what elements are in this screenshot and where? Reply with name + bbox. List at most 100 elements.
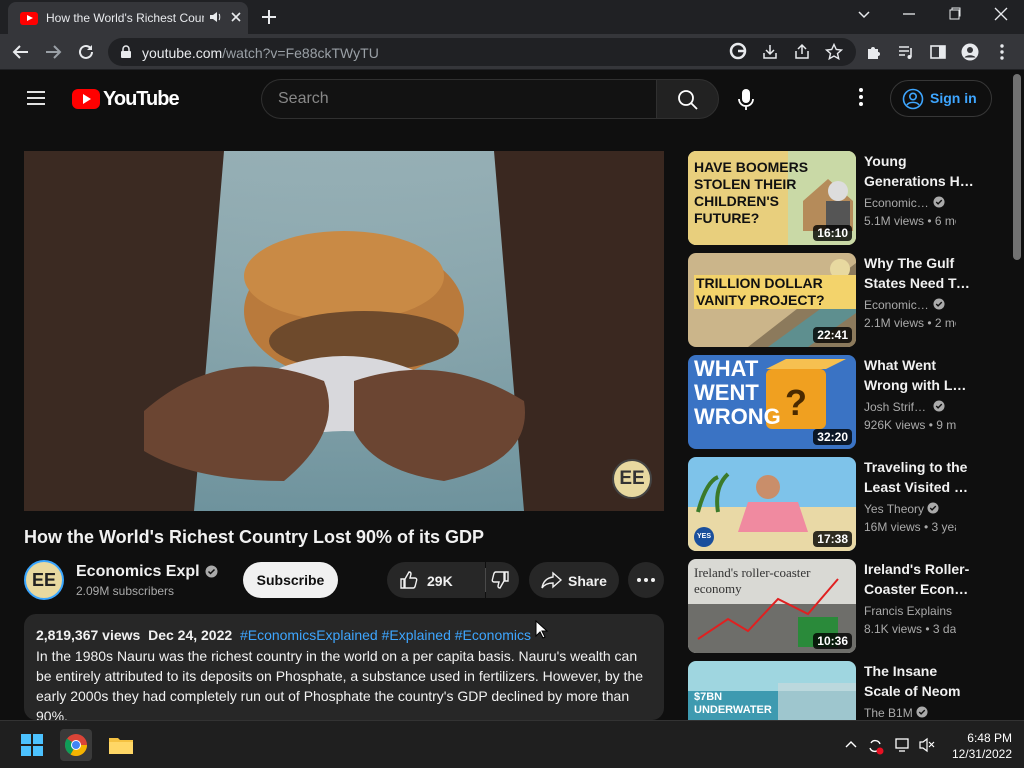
video-duration: 17:38 [813,531,852,547]
network-icon[interactable] [894,737,912,753]
menu-hamburger-icon[interactable] [27,90,45,106]
channel-name[interactable]: Economics Explained [76,563,200,581]
video-thumbnail[interactable]: Ireland's roller-coaster economy 10:36 [688,559,856,653]
related-channel[interactable]: The B1M [864,706,928,720]
more-horizontal-icon [637,578,655,582]
settings-kebab-icon[interactable] [852,87,870,107]
title-line-1: What Went [864,357,937,373]
page-scrollbar[interactable] [1010,70,1024,720]
related-channel[interactable]: Economics Explained [864,196,945,210]
taskbar-chrome[interactable] [60,729,92,761]
verified-badge-icon [927,502,939,514]
account-circle-icon [902,88,924,110]
related-video-title[interactable]: The Insane Scale of Neom [864,661,974,701]
video-thumbnail[interactable]: ? WHAT WENT WRONG 32:20 [688,355,856,449]
speaker-icon[interactable] [208,10,222,24]
youtube-favicon-icon [20,12,38,25]
profile-icon[interactable] [961,43,979,61]
sign-in-button[interactable]: Sign in [890,80,992,117]
scrollbar-thumb[interactable] [1013,74,1021,260]
sync-icon[interactable] [866,737,884,755]
related-channel[interactable]: Josh Strife Hayes [864,400,945,414]
verified-badge-icon [933,400,945,412]
back-icon[interactable] [12,43,30,61]
share-button[interactable]: Share [529,562,619,598]
system-clock[interactable]: 6:48 PM 12/31/2022 [948,730,1012,762]
tab-search-chevron-icon[interactable] [856,6,872,22]
browser-menu-icon[interactable] [995,43,1009,61]
search-button[interactable] [656,79,719,119]
volume-muted-icon[interactable] [918,737,936,753]
bookmark-star-icon[interactable] [825,43,843,61]
related-stats: 926K views • 9 months ago [864,418,956,432]
windows-logo-icon [21,734,43,756]
title-line-1: Young [864,153,907,169]
video-thumbnail[interactable]: TRILLION DOLLAR VANITY PROJECT? 22:41 [688,253,856,347]
tab-title: How the World's Richest Country Lost 90%… [46,11,204,25]
forward-icon[interactable] [44,43,62,61]
minimize-icon[interactable] [902,6,916,22]
title-line-1: Why The Gulf [864,255,955,271]
dislike-button[interactable] [486,562,519,598]
video-duration: 32:20 [813,429,852,445]
side-panel-icon[interactable] [929,43,947,61]
channel-watermark[interactable]: EE [612,459,652,499]
video-description[interactable]: 2,819,367 views Dec 24, 2022 #EconomicsE… [24,614,664,720]
new-tab-icon[interactable] [260,8,278,26]
video-thumbnail[interactable]: YES 17:38 [688,457,856,551]
like-button[interactable]: 29K [387,562,485,598]
install-app-icon[interactable] [761,43,779,61]
url-text: youtube.com/watch?v=Fe88ckTWyTU [142,45,379,61]
taskbar-file-explorer[interactable] [105,729,137,761]
youtube-wordmark: YouTube [103,88,180,110]
media-control-icon[interactable] [897,43,915,61]
related-video-title[interactable]: Traveling to the Least Visited Country [864,457,974,497]
related-channel-name: Economics Explained [864,298,930,312]
lock-icon[interactable] [120,45,132,59]
video-thumbnail[interactable]: $7BN UNDERWATER [688,661,856,720]
browser-tab[interactable]: How the World's Richest Country Lost 90%… [8,2,248,34]
channel-avatar[interactable]: EE [24,560,64,600]
related-video-title[interactable]: Why The Gulf States Need Trillion [864,253,974,293]
related-channel-name: Yes Theory [864,502,925,516]
more-actions-button[interactable] [628,562,664,598]
voice-search-button[interactable] [730,83,762,115]
related-video[interactable]: YES 17:38 Traveling to the Least Visited … [688,457,998,551]
related-channel[interactable]: Economics Explained [864,298,945,312]
related-video[interactable]: Ireland's roller-coaster economy 10:36 I… [688,559,998,653]
reload-icon[interactable] [77,43,95,61]
thumbnail-text: $7BN UNDERWATER [694,691,772,716]
video-frame [24,151,664,511]
related-video[interactable]: $7BN UNDERWATER The Insane Scale of Neom … [688,661,998,720]
related-video[interactable]: HAVE BOOMERS STOLEN THEIR CHILDREN'S FUT… [688,151,998,245]
extensions-puzzle-icon[interactable] [865,43,883,61]
description-meta: 2,819,367 views Dec 24, 2022 #EconomicsE… [36,627,531,643]
video-thumbnail[interactable]: HAVE BOOMERS STOLEN THEIR CHILDREN'S FUT… [688,151,856,245]
close-window-icon[interactable] [994,6,1008,22]
show-hidden-icons-chevron-icon[interactable] [844,737,858,751]
restore-icon[interactable] [948,6,962,22]
start-button[interactable] [16,729,48,761]
hashtags[interactable]: #EconomicsExplained #Explained #Economic… [240,627,531,643]
subscribe-button[interactable]: Subscribe [243,562,338,598]
sign-in-label: Sign in [930,90,977,106]
close-tab-icon[interactable] [230,11,242,23]
video-player[interactable]: EE [24,151,664,511]
related-video-title[interactable]: What Went Wrong with Loot Boxes [864,355,974,395]
related-video[interactable]: ? WHAT WENT WRONG 32:20 What Went Wrong w… [688,355,998,449]
search-input[interactable] [278,89,638,109]
related-channel[interactable]: Francis Explains [864,604,952,618]
url-host: youtube.com [142,45,223,61]
share-page-icon[interactable] [793,43,811,61]
thumbs-up-icon [400,571,418,589]
windows-taskbar: 6:48 PM 12/31/2022 [0,720,1024,768]
related-stats-text: 2.1M views • 2 months ago [864,316,956,330]
title-line-1: Ireland's Roller- [864,561,970,577]
share-label: Share [568,573,607,589]
related-video-title[interactable]: Young Generations Have Boomers Stolen [864,151,974,191]
mouse-cursor-icon [535,620,549,639]
related-video-title[interactable]: Ireland's Roller- Coaster Economy [864,559,974,599]
related-channel[interactable]: Yes Theory [864,502,939,516]
related-video[interactable]: TRILLION DOLLAR VANITY PROJECT? 22:41 Wh… [688,253,998,347]
google-lens-icon[interactable] [729,42,747,60]
